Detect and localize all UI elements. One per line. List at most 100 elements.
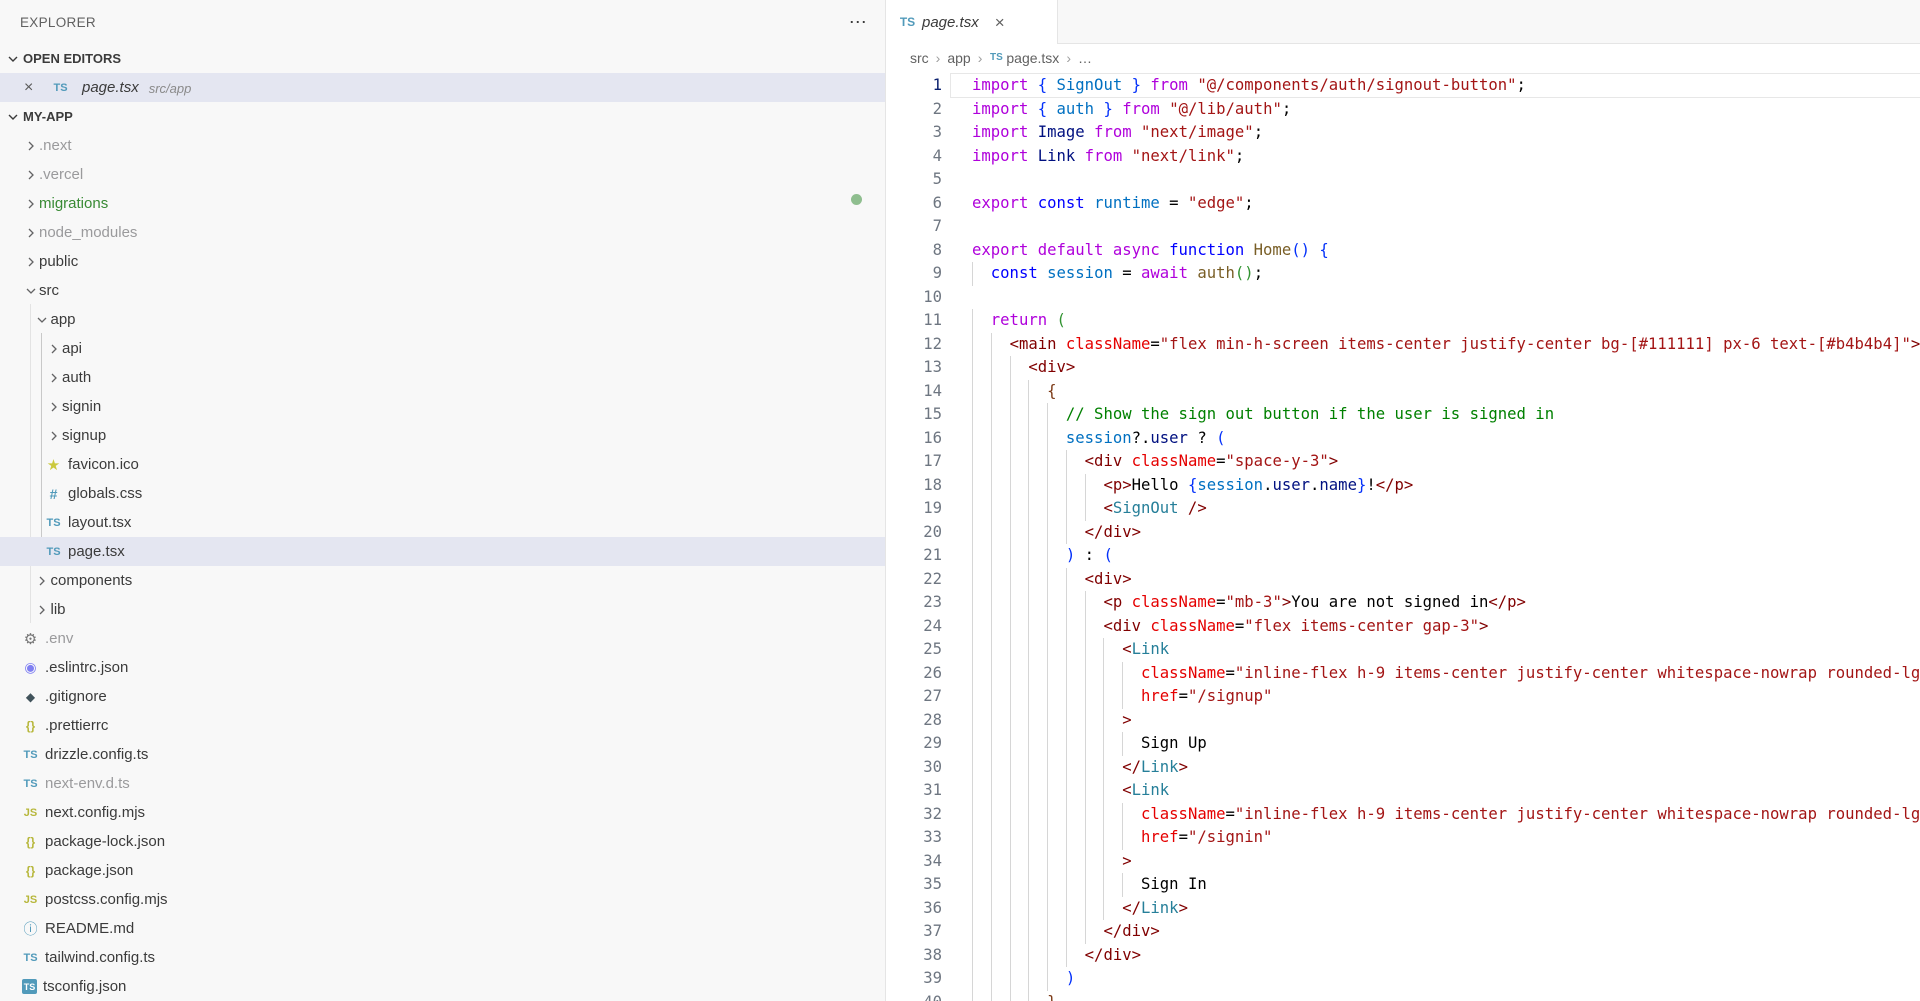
- code-line-22[interactable]: 22 <div>: [972, 568, 1920, 592]
- line-number[interactable]: 40: [886, 991, 942, 1001]
- line-number[interactable]: 23: [886, 591, 942, 615]
- line-number[interactable]: 21: [886, 544, 942, 568]
- tree-folder--next[interactable]: .next: [0, 131, 885, 160]
- code-line-26[interactable]: 26 className="inline-flex h-9 items-cent…: [972, 662, 1920, 686]
- code-line-6[interactable]: 6export const runtime = "edge";: [972, 192, 1920, 216]
- tree-folder-app[interactable]: app: [0, 305, 885, 334]
- line-number[interactable]: 5: [886, 168, 942, 192]
- code-line-1[interactable]: 1import { SignOut } from "@/components/a…: [972, 74, 1920, 98]
- code-editor[interactable]: 1import { SignOut } from "@/components/a…: [886, 71, 1920, 1001]
- line-number[interactable]: 20: [886, 521, 942, 545]
- line-number[interactable]: 13: [886, 356, 942, 380]
- code-line-12[interactable]: 12 <main className="flex min-h-screen it…: [972, 333, 1920, 357]
- tree-file-package-lock-json[interactable]: {}package-lock.json: [0, 827, 885, 856]
- tree-file-readme-md[interactable]: ⓘREADME.md: [0, 914, 885, 943]
- tree-file-favicon-ico[interactable]: ★favicon.ico: [0, 450, 885, 479]
- tree-folder-src[interactable]: src: [0, 276, 885, 305]
- tree-folder-migrations[interactable]: migrations: [0, 189, 885, 218]
- code-line-32[interactable]: 32 className="inline-flex h-9 items-cent…: [972, 803, 1920, 827]
- tree-folder-components[interactable]: components: [0, 566, 885, 595]
- tree-file-postcss-config-mjs[interactable]: JSpostcss.config.mjs: [0, 885, 885, 914]
- more-actions-icon[interactable]: ⋯: [849, 13, 867, 31]
- line-number[interactable]: 11: [886, 309, 942, 333]
- code-line-14[interactable]: 14 {: [972, 380, 1920, 404]
- code-line-8[interactable]: 8export default async function Home() {: [972, 239, 1920, 263]
- code-line-39[interactable]: 39 ): [972, 967, 1920, 991]
- code-line-20[interactable]: 20 </div>: [972, 521, 1920, 545]
- line-number[interactable]: 14: [886, 380, 942, 404]
- close-editor-icon[interactable]: ×: [24, 79, 42, 97]
- code-line-25[interactable]: 25 <Link: [972, 638, 1920, 662]
- tree-folder--vercel[interactable]: .vercel: [0, 160, 885, 189]
- code-line-40[interactable]: 40 }: [972, 991, 1920, 1001]
- code-line-15[interactable]: 15 // Show the sign out button if the us…: [972, 403, 1920, 427]
- line-number[interactable]: 2: [886, 98, 942, 122]
- tree-file-next-env-d-ts[interactable]: TSnext-env.d.ts: [0, 769, 885, 798]
- code-line-21[interactable]: 21 ) : (: [972, 544, 1920, 568]
- code-line-30[interactable]: 30 </Link>: [972, 756, 1920, 780]
- project-section-header[interactable]: MY-APP: [0, 102, 885, 131]
- line-number[interactable]: 15: [886, 403, 942, 427]
- code-line-38[interactable]: 38 </div>: [972, 944, 1920, 968]
- code-line-10[interactable]: 10: [972, 286, 1920, 310]
- code-line-4[interactable]: 4import Link from "next/link";: [972, 145, 1920, 169]
- breadcrumb-item-src[interactable]: src: [910, 50, 929, 66]
- line-number[interactable]: 34: [886, 850, 942, 874]
- tree-file--prettierrc[interactable]: {}.prettierrc: [0, 711, 885, 740]
- tree-file-next-config-mjs[interactable]: JSnext.config.mjs: [0, 798, 885, 827]
- code-line-31[interactable]: 31 <Link: [972, 779, 1920, 803]
- line-number[interactable]: 3: [886, 121, 942, 145]
- code-line-24[interactable]: 24 <div className="flex items-center gap…: [972, 615, 1920, 639]
- line-number[interactable]: 8: [886, 239, 942, 263]
- line-number[interactable]: 24: [886, 615, 942, 639]
- tree-file-tsconfig-json[interactable]: TStsconfig.json: [0, 972, 885, 1001]
- code-line-35[interactable]: 35 Sign In: [972, 873, 1920, 897]
- line-number[interactable]: 19: [886, 497, 942, 521]
- open-editors-section-header[interactable]: OPEN EDITORS: [0, 44, 885, 73]
- code-line-34[interactable]: 34 >: [972, 850, 1920, 874]
- line-number[interactable]: 26: [886, 662, 942, 686]
- code-line-36[interactable]: 36 </Link>: [972, 897, 1920, 921]
- code-line-33[interactable]: 33 href="/signin": [972, 826, 1920, 850]
- line-number[interactable]: 16: [886, 427, 942, 451]
- line-number[interactable]: 12: [886, 333, 942, 357]
- line-number[interactable]: 33: [886, 826, 942, 850]
- tree-file-globals-css[interactable]: #globals.css: [0, 479, 885, 508]
- breadcrumb-item-app[interactable]: app: [947, 50, 970, 66]
- line-number[interactable]: 9: [886, 262, 942, 286]
- line-number[interactable]: 31: [886, 779, 942, 803]
- line-number[interactable]: 37: [886, 920, 942, 944]
- code-line-27[interactable]: 27 href="/signup": [972, 685, 1920, 709]
- line-number[interactable]: 30: [886, 756, 942, 780]
- open-editor-item[interactable]: ×TSpage.tsxsrc/app: [0, 73, 885, 102]
- line-number[interactable]: 1: [886, 74, 942, 98]
- tab-page-tsx[interactable]: TS page.tsx ×: [886, 0, 1058, 44]
- line-number[interactable]: 28: [886, 709, 942, 733]
- line-number[interactable]: 25: [886, 638, 942, 662]
- code-line-17[interactable]: 17 <div className="space-y-3">: [972, 450, 1920, 474]
- code-line-18[interactable]: 18 <p>Hello {session.user.name}!</p>: [972, 474, 1920, 498]
- code-line-13[interactable]: 13 <div>: [972, 356, 1920, 380]
- tree-folder-auth[interactable]: auth: [0, 363, 885, 392]
- tree-file-page-tsx[interactable]: TSpage.tsx: [0, 537, 885, 566]
- tree-folder-lib[interactable]: lib: [0, 595, 885, 624]
- tree-folder-public[interactable]: public: [0, 247, 885, 276]
- code-line-23[interactable]: 23 <p className="mb-3">You are not signe…: [972, 591, 1920, 615]
- line-number[interactable]: 35: [886, 873, 942, 897]
- code-line-37[interactable]: 37 </div>: [972, 920, 1920, 944]
- line-number[interactable]: 22: [886, 568, 942, 592]
- tree-file-package-json[interactable]: {}package.json: [0, 856, 885, 885]
- line-number[interactable]: 32: [886, 803, 942, 827]
- line-number[interactable]: 39: [886, 967, 942, 991]
- line-number[interactable]: 38: [886, 944, 942, 968]
- tree-file-layout-tsx[interactable]: TSlayout.tsx: [0, 508, 885, 537]
- line-number[interactable]: 7: [886, 215, 942, 239]
- close-tab-icon[interactable]: ×: [995, 14, 1005, 31]
- tree-folder-node-modules[interactable]: node_modules: [0, 218, 885, 247]
- tree-file-drizzle-config-ts[interactable]: TSdrizzle.config.ts: [0, 740, 885, 769]
- line-number[interactable]: 27: [886, 685, 942, 709]
- tree-folder-api[interactable]: api: [0, 334, 885, 363]
- code-line-9[interactable]: 9 const session = await auth();: [972, 262, 1920, 286]
- code-line-3[interactable]: 3import Image from "next/image";: [972, 121, 1920, 145]
- code-line-16[interactable]: 16 session?.user ? (: [972, 427, 1920, 451]
